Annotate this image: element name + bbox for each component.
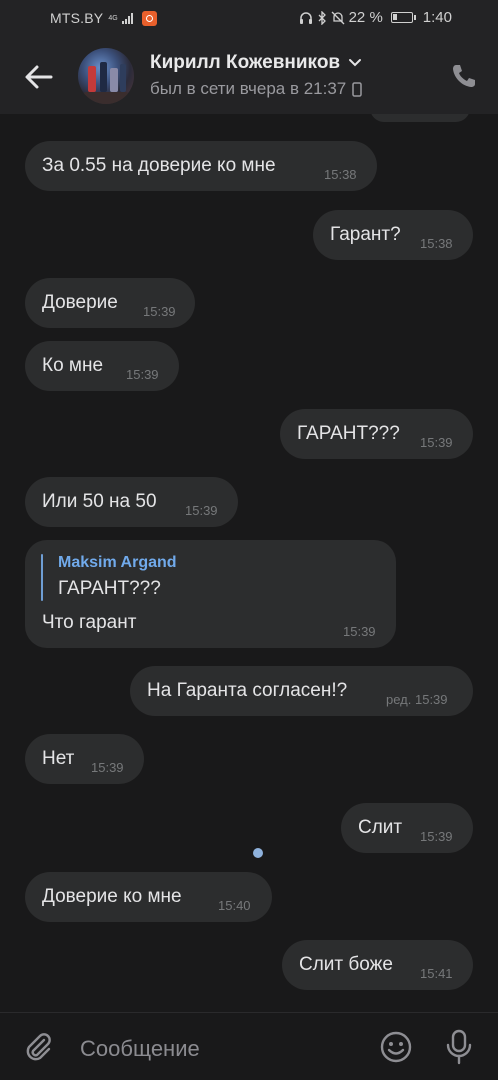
message-bubble-partial: [370, 114, 470, 122]
message-text: ГАРАНТ???: [297, 423, 400, 444]
reply-author[interactable]: Maksim Argand: [58, 554, 177, 572]
message-text: Что гарант: [42, 612, 137, 633]
message-text: Слит боже: [299, 954, 393, 975]
back-arrow-icon[interactable]: [22, 60, 56, 94]
headphones-icon: [299, 11, 312, 24]
message-input[interactable]: Сообщение: [80, 1036, 200, 1062]
message-composer: Сообщение: [0, 1012, 498, 1080]
status-bar: MTS.BY 4G 22 % 1:40: [0, 0, 498, 38]
message-time: 15:39: [91, 760, 124, 775]
message-bubble-outgoing[interactable]: Слит 15:39: [341, 803, 473, 853]
microphone-icon[interactable]: [443, 1029, 475, 1065]
message-bubble-incoming[interactable]: Ко мне 15:39: [25, 341, 179, 391]
message-text: За 0.55 на доверие ко мне: [42, 155, 276, 176]
message-text: Ко мне: [42, 355, 104, 376]
message-bubble-incoming[interactable]: За 0.55 на доверие ко мне 15:38: [25, 141, 377, 191]
message-time: 15:39: [143, 304, 176, 319]
message-text: Нет: [42, 748, 75, 769]
message-time: 15:39: [126, 367, 159, 382]
signal-icon: [121, 12, 133, 24]
message-text: Доверие ко мне: [42, 886, 182, 907]
battery-percent: 22 %: [348, 9, 383, 26]
carrier-name: MTS.BY: [50, 10, 104, 26]
mobile-device-icon: [352, 81, 363, 97]
message-text: Доверие: [42, 292, 118, 313]
message-text: На Гаранта согласен!?: [147, 680, 348, 701]
message-bubble-outgoing[interactable]: Гарант? 15:38: [313, 210, 473, 260]
message-time: 15:39: [420, 829, 453, 844]
attach-icon[interactable]: [22, 1031, 54, 1063]
message-time: 15:39: [185, 503, 218, 518]
message-bubble-outgoing[interactable]: ГАРАНТ??? 15:39: [280, 409, 473, 459]
phone-icon[interactable]: [450, 62, 478, 90]
contact-name-row[interactable]: Кирилл Кожевников: [150, 52, 362, 74]
message-time: 15:39: [343, 624, 376, 639]
clock: 1:40: [422, 9, 452, 26]
reply-quoted-text: ГАРАНТ???: [58, 578, 161, 599]
notification-app-icon: [141, 10, 157, 26]
message-text: Гарант?: [330, 224, 401, 245]
message-bubble-incoming[interactable]: Доверие 15:39: [25, 278, 195, 328]
message-text: Или 50 на 50: [42, 491, 157, 512]
mute-bell-icon: [331, 11, 345, 24]
message-time: ред. 15:39: [386, 692, 448, 707]
bluetooth-icon: [318, 10, 326, 25]
last-seen-text: был в сети вчера в 21:37: [150, 79, 347, 98]
message-time: 15:38: [324, 167, 357, 182]
unread-indicator: [253, 848, 263, 858]
contact-status: был в сети вчера в 21:37: [150, 79, 363, 99]
chevron-down-icon[interactable]: [348, 58, 362, 68]
message-bubble-outgoing[interactable]: Слит боже 15:41: [282, 940, 473, 990]
message-time: 15:39: [420, 435, 453, 450]
contact-name: Кирилл Кожевников: [150, 52, 341, 73]
message-text: Слит: [358, 817, 403, 838]
message-bubble-outgoing[interactable]: На Гаранта согласен!? ред. 15:39: [130, 666, 473, 716]
message-bubble-incoming[interactable]: Или 50 на 50 15:39: [25, 477, 238, 527]
emoji-icon[interactable]: [379, 1030, 413, 1064]
message-time: 15:40: [218, 898, 251, 913]
message-bubble-reply[interactable]: Maksim Argand ГАРАНТ??? Что гарант 15:39: [25, 540, 396, 648]
message-list[interactable]: За 0.55 на доверие ко мне 15:38 Гарант? …: [0, 114, 498, 1012]
contact-avatar[interactable]: [78, 48, 134, 104]
message-bubble-incoming[interactable]: Нет 15:39: [25, 734, 144, 784]
reply-quote-bar: [41, 554, 43, 601]
chat-header: Кирилл Кожевников был в сети вчера в 21:…: [0, 38, 498, 114]
message-time: 15:41: [420, 966, 453, 981]
message-bubble-incoming[interactable]: Доверие ко мне 15:40: [25, 872, 272, 922]
message-time: 15:38: [420, 236, 453, 251]
battery-icon: [390, 12, 416, 23]
network-type: 4G: [108, 14, 118, 22]
